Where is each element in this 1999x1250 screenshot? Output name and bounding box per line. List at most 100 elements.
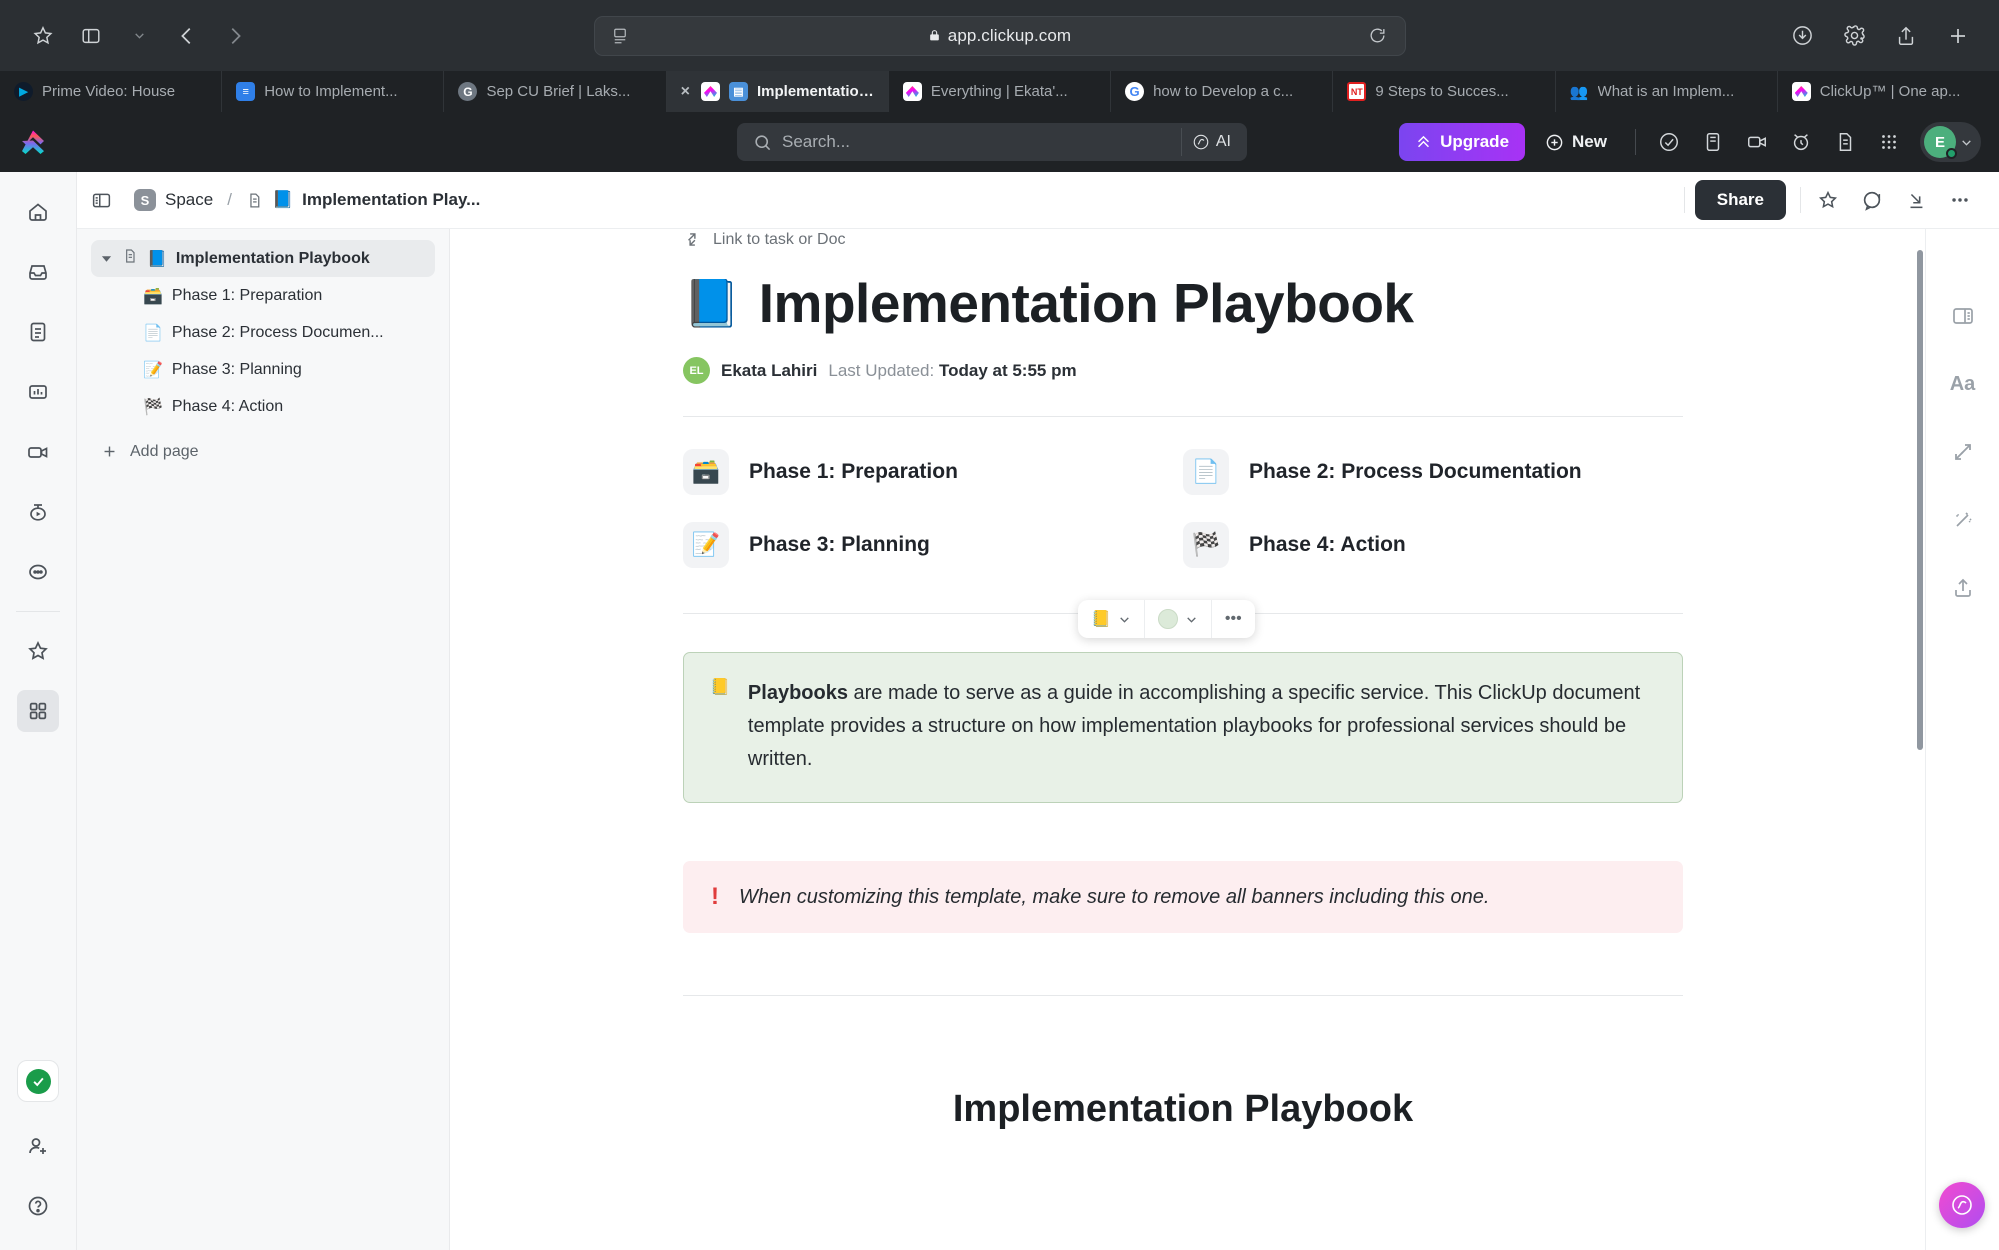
page-label: Phase 3: Planning — [171, 360, 302, 378]
panel-toggle-icon[interactable] — [91, 190, 112, 211]
page-label: Phase 1: Preparation — [171, 286, 323, 304]
clickup-logo[interactable] — [0, 130, 66, 154]
chevron-down-icon — [1120, 616, 1129, 623]
home-icon[interactable] — [17, 191, 59, 233]
sidebar-page-phase-4[interactable]: 🏁 Phase 4: Action — [91, 388, 435, 425]
address-bar-container[interactable]: app.clickup.com — [593, 15, 1406, 56]
alarm-clock-icon[interactable] — [1782, 123, 1820, 161]
apps-grid-icon[interactable] — [17, 690, 59, 732]
page-title[interactable]: 📘 Implementation Playbook — [683, 271, 1683, 335]
doc-scroll-region: Link to task or Doc 📘 Implementation Pla… — [450, 172, 1925, 1131]
link-to-task-or-doc-button[interactable]: Link to task or Doc — [683, 230, 1683, 249]
page-emoji: 📄 — [143, 324, 163, 342]
clipboard-icon[interactable] — [1694, 123, 1732, 161]
sidebar-page-phase-2[interactable]: 📄 Phase 2: Process Documen... — [91, 314, 435, 351]
sidebar-chevron-down-icon[interactable] — [118, 16, 160, 56]
clips-icon[interactable] — [17, 431, 59, 473]
title-emoji-icon[interactable]: 📘 — [683, 276, 740, 331]
favorites-star-icon[interactable] — [17, 630, 59, 672]
new-tab-plus-icon[interactable] — [1937, 16, 1979, 56]
bookmark-star-icon[interactable] — [22, 16, 64, 56]
check-circle-icon[interactable] — [1650, 123, 1688, 161]
forward-arrow-icon[interactable] — [214, 16, 256, 56]
global-search-input[interactable]: Search... AI — [737, 123, 1247, 161]
browser-tab[interactable]: NT 9 Steps to Succes... — [1333, 71, 1556, 112]
more-options-icon[interactable] — [1943, 183, 1977, 217]
divider — [16, 611, 60, 612]
phase-link-4[interactable]: 🏁 Phase 4: Action — [1183, 508, 1683, 581]
callout-green-playbooks[interactable]: 📒 Playbooks are made to serve as a guide… — [683, 652, 1683, 803]
star-icon[interactable] — [1811, 183, 1845, 217]
callout-red-warning[interactable]: ! When customizing this template, make s… — [683, 861, 1683, 933]
upgrade-button[interactable]: Upgrade — [1399, 123, 1526, 161]
export-icon[interactable] — [1941, 566, 1985, 610]
callout-emoji-picker[interactable]: 📒 — [1078, 600, 1145, 638]
browser-tab[interactable]: G how to Develop a c... — [1111, 71, 1334, 112]
callout-color-picker[interactable] — [1145, 600, 1212, 638]
sidebar-page-phase-3[interactable]: 📝 Phase 3: Planning — [91, 351, 435, 388]
breadcrumb-doc[interactable]: 📘 Implementation Play... — [246, 190, 480, 210]
browser-tab[interactable]: ClickUp™ | One ap... — [1778, 71, 1999, 112]
user-menu[interactable]: E — [1920, 122, 1981, 162]
font-size-icon[interactable]: Aa — [1941, 362, 1985, 406]
share-icon[interactable] — [1885, 16, 1927, 56]
add-page-button[interactable]: Add page — [91, 433, 435, 470]
document-icon[interactable] — [1826, 123, 1864, 161]
phase-link-2[interactable]: 📄 Phase 2: Process Documentation — [1183, 435, 1683, 508]
phase-label: Phase 3: Planning — [749, 532, 930, 556]
magic-wand-icon[interactable] — [1941, 498, 1985, 542]
clickup-ai-fab[interactable] — [1939, 1182, 1985, 1228]
browser-tab[interactable]: Everything | Ekata'... — [889, 71, 1112, 112]
expand-collapse-icon[interactable] — [1941, 430, 1985, 474]
docs-icon[interactable] — [17, 311, 59, 353]
browser-tab[interactable]: 👥 What is an Implem... — [1556, 71, 1778, 112]
ai-sparkle-icon — [1193, 134, 1209, 150]
inbox-icon[interactable] — [17, 251, 59, 293]
nt-icon: NT — [1347, 82, 1367, 101]
back-arrow-icon[interactable] — [166, 16, 208, 56]
breadcrumb-separator: / — [227, 190, 232, 209]
space-label: Space — [165, 190, 214, 209]
dashboards-icon[interactable] — [17, 371, 59, 413]
sidebar-page-implementation-playbook[interactable]: 📘 Implementation Playbook — [91, 240, 435, 277]
last-updated-label: Last Updated: — [828, 360, 935, 380]
download-icon[interactable] — [1781, 16, 1823, 56]
apps-grid-icon[interactable] — [1870, 123, 1908, 161]
breadcrumb-space[interactable]: S Space — [134, 189, 213, 211]
tab-close-icon[interactable]: × — [681, 83, 690, 101]
ai-button[interactable]: AI — [1180, 128, 1241, 156]
doc-page-sidebar: Implementation Playbook 📘 — [77, 172, 450, 1250]
reader-view-icon[interactable] — [611, 27, 629, 45]
doc-content-column: Link to task or Doc 📘 Implementation Pla… — [683, 230, 1683, 1131]
phase-link-3[interactable]: 📝 Phase 3: Planning — [683, 508, 1183, 581]
share-button[interactable]: Share — [1694, 180, 1786, 220]
browser-tab[interactable]: ≡ How to Implement... — [222, 71, 445, 112]
collapse-icon[interactable] — [1899, 183, 1933, 217]
caret-down-icon[interactable] — [101, 253, 113, 264]
help-question-icon[interactable] — [17, 1185, 59, 1227]
sidebar-page-phase-1[interactable]: 🗃️ Phase 1: Preparation — [91, 277, 435, 314]
comment-icon[interactable] — [1855, 183, 1889, 217]
breadcrumb: S Space / 📘 Implementation Play... — [91, 189, 480, 211]
browser-tab[interactable]: ▶ Prime Video: House — [0, 71, 223, 112]
sidebar-toggle-icon[interactable] — [70, 16, 112, 56]
invite-person-icon[interactable] — [17, 1125, 59, 1167]
callout-more-options-icon[interactable]: ••• — [1212, 600, 1255, 638]
doc-scrollbar[interactable] — [1917, 250, 1923, 750]
new-button[interactable]: New — [1531, 123, 1621, 161]
page-layout-icon[interactable] — [1941, 294, 1985, 338]
phase-link-1[interactable]: 🗃️ Phase 1: Preparation — [683, 435, 1183, 508]
timer-icon[interactable] — [17, 491, 59, 533]
doc-metadata: EL Ekata Lahiri Last Updated: Today at 5… — [683, 357, 1683, 384]
lock-icon — [929, 30, 939, 41]
gear-icon[interactable] — [1833, 16, 1875, 56]
browser-tab-active[interactable]: × ▤ Implementation... — [666, 71, 889, 112]
avatar[interactable]: EL — [683, 357, 710, 384]
green-check-icon — [25, 1068, 51, 1094]
video-camera-icon[interactable] — [1738, 123, 1776, 161]
task-complete-button[interactable] — [17, 1060, 59, 1102]
browser-tab[interactable]: G Sep CU Brief | Laks... — [444, 71, 667, 112]
more-icon[interactable] — [17, 551, 59, 593]
reload-icon[interactable] — [1368, 26, 1387, 45]
address-bar[interactable]: app.clickup.com — [593, 15, 1406, 56]
